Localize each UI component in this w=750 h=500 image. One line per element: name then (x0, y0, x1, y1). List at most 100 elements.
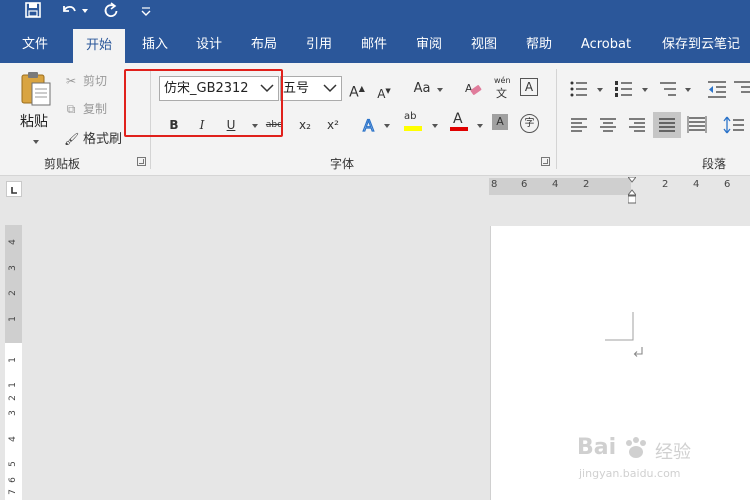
numbering-dropdown-icon[interactable] (642, 88, 648, 92)
phonetic-pinyin: wén (494, 76, 511, 85)
group-divider (556, 69, 557, 169)
ruler-tick: 1 (7, 382, 18, 388)
ruler-tick: 5 (7, 461, 18, 467)
undo-icon[interactable] (60, 2, 78, 24)
change-case-dropdown-icon[interactable] (437, 88, 443, 92)
format-painter-button[interactable]: 🖌 格式刷 (64, 128, 122, 147)
clipboard-group-label: 剪贴板 (44, 157, 81, 171)
tab-design[interactable]: 设计 (184, 26, 234, 63)
decrease-indent-button[interactable] (706, 78, 728, 100)
ruler-tick: 1 (7, 316, 18, 322)
phonetic-guide-button[interactable]: wén 文 (491, 76, 513, 100)
grow-font-button[interactable]: A▲ (346, 78, 368, 101)
text-effects-dropdown-icon[interactable] (384, 124, 390, 128)
shrink-font-button[interactable]: A▼ (373, 80, 395, 102)
eraser-icon: A (465, 82, 482, 95)
ribbon-tab-bar: 文件 开始 插入 设计 布局 引用 邮件 审阅 视图 帮助 Acrobat 保存… (0, 26, 750, 63)
copy-button[interactable]: ⧉ 复制 (64, 100, 107, 117)
ribbon: 粘贴 ✂ 剪切 ⧉ 复制 🖌 格式刷 剪贴板 仿宋_GB2312 五号 A▲ A▼ A… (0, 63, 750, 176)
bullets-button[interactable] (568, 78, 590, 100)
left-tab-icon (11, 187, 17, 194)
ruler-tick: 2 (662, 179, 669, 190)
ruler-tick: 6 (7, 477, 18, 483)
tab-insert[interactable]: 插入 (130, 26, 180, 63)
line-spacing-icon (723, 116, 744, 134)
tab-file[interactable]: 文件 (10, 26, 60, 63)
ruler-tick: 8 (491, 179, 498, 190)
ruler-tick: 6 (724, 179, 731, 190)
line-spacing-button[interactable] (722, 114, 744, 136)
clear-formatting-button[interactable]: A (462, 78, 484, 100)
text-highlight-button[interactable]: ab (402, 111, 424, 133)
clipboard-dialog-launcher-icon[interactable] (137, 157, 146, 166)
chevron-down-icon[interactable] (322, 80, 338, 96)
cut-button[interactable]: ✂ 剪切 (64, 72, 107, 89)
tab-acrobat[interactable]: Acrobat (571, 26, 641, 63)
highlight-annotation-box (124, 69, 283, 137)
text-effects-icon: A (362, 115, 374, 135)
font-color-bar (450, 127, 468, 131)
baidu-jingyan-watermark: Bai 经验 jingyan.baidu.com (577, 435, 727, 485)
increase-indent-button[interactable] (732, 78, 750, 100)
vertical-ruler-ticks: 4 3 2 1 1 1 2 3 4 5 6 7 (5, 225, 22, 500)
paragraph-mark-icon (633, 347, 643, 357)
copy-label: 复制 (83, 102, 108, 116)
font-size-value: 五号 (283, 81, 310, 96)
font-dialog-launcher-icon[interactable] (541, 157, 550, 166)
decrease-indent-icon (708, 81, 726, 98)
paw-icon (626, 437, 646, 458)
font-color-icon: A (453, 111, 463, 127)
align-right-button[interactable] (626, 114, 648, 136)
enclose-characters-button[interactable]: 字 (520, 114, 539, 133)
tab-mailings[interactable]: 邮件 (349, 26, 399, 63)
paintbrush-icon: 🖌 (64, 132, 80, 146)
tab-layout[interactable]: 布局 (239, 26, 289, 63)
indent-marker[interactable] (626, 176, 638, 205)
character-border-button[interactable]: A (520, 78, 538, 96)
tab-help[interactable]: 帮助 (514, 26, 564, 63)
superscript-button[interactable]: x² (322, 114, 344, 136)
font-color-button[interactable]: A (449, 111, 471, 133)
numbering-button[interactable] (613, 78, 635, 100)
tab-save-to-cloud-notes[interactable]: 保存到云笔记 (652, 26, 750, 63)
subscript-button[interactable]: x₂ (294, 114, 316, 136)
tab-home[interactable]: 开始 (73, 29, 125, 63)
redo-icon[interactable] (103, 2, 119, 24)
change-case-button[interactable]: Aa (409, 78, 435, 100)
multilevel-list-button[interactable] (657, 78, 679, 100)
tab-references[interactable]: 引用 (294, 26, 344, 63)
margin-corner-mark (605, 312, 634, 341)
character-shading-icon: A (496, 115, 504, 128)
ruler-tick: 6 (521, 179, 528, 190)
svg-text:A: A (363, 116, 374, 135)
font-color-dropdown-icon[interactable] (477, 124, 483, 128)
distributed-button[interactable] (686, 114, 708, 136)
change-case-icon: Aa (413, 81, 431, 96)
align-left-button[interactable] (568, 114, 590, 136)
align-right-icon (629, 118, 645, 132)
customize-qat-icon[interactable] (140, 2, 152, 24)
tab-review[interactable]: 审阅 (404, 26, 454, 63)
tab-stop-selector[interactable] (6, 181, 22, 197)
watermark-brand-cn: 经验 (655, 442, 691, 463)
save-icon[interactable] (25, 2, 41, 24)
watermark-url: jingyan.baidu.com (579, 467, 681, 480)
character-border-icon: A (524, 80, 534, 94)
align-left-icon (571, 118, 587, 132)
multilevel-list-dropdown-icon[interactable] (685, 88, 691, 92)
paste-button[interactable]: 粘贴 (14, 69, 58, 149)
font-size-combo[interactable]: 五号 (280, 76, 342, 101)
ruler-tick: 3 (7, 410, 18, 416)
scissors-icon: ✂ (65, 74, 77, 88)
character-shading-button[interactable]: A (492, 114, 508, 130)
bullets-icon (570, 81, 587, 97)
justify-button[interactable] (653, 112, 681, 138)
ruler-tick: 4 (7, 239, 18, 245)
highlight-dropdown-icon[interactable] (432, 124, 438, 128)
text-effects-button[interactable]: A (360, 114, 382, 136)
horizontal-ruler[interactable]: 8 6 4 2 2 4 6 (489, 178, 750, 195)
align-center-button[interactable] (597, 114, 619, 136)
highlight-color-bar (404, 126, 422, 131)
tab-view[interactable]: 视图 (459, 26, 509, 63)
bullets-dropdown-icon[interactable] (597, 88, 603, 92)
